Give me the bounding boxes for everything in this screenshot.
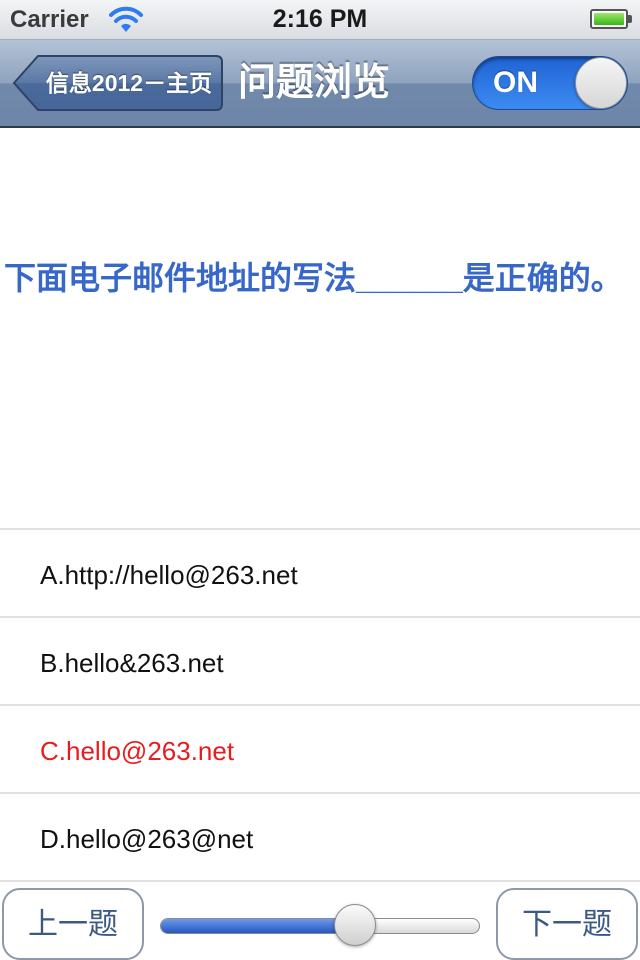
option-label: C.hello@263.net xyxy=(40,736,235,766)
navigation-bar: 信息2012－主页 问题浏览 ON xyxy=(0,40,640,128)
toggle-label: ON xyxy=(493,66,538,99)
next-question-button[interactable]: 下一题 xyxy=(496,888,638,960)
page-title: 问题浏览 xyxy=(238,62,391,104)
option-b[interactable]: B.hello&263.net xyxy=(0,616,640,704)
slider-thumb[interactable] xyxy=(333,904,376,946)
slider-fill xyxy=(161,919,355,933)
on-off-toggle[interactable]: ON xyxy=(472,56,628,110)
back-button-label: 信息2012－主页 xyxy=(45,70,213,96)
battery-tip xyxy=(628,15,632,23)
previous-question-button[interactable]: 上一题 xyxy=(2,888,144,960)
toggle-knob[interactable] xyxy=(575,57,627,109)
question-slider[interactable] xyxy=(160,904,480,946)
option-label: A.http://hello@263.net xyxy=(40,560,298,590)
bottom-controls: 上一题 下一题 xyxy=(0,886,640,960)
option-d[interactable]: D.hello@263@net xyxy=(0,792,640,882)
options-list: A.http://hello@263.net B.hello&263.net C… xyxy=(0,528,640,882)
battery-level xyxy=(594,13,624,25)
clock: 2:16 PM xyxy=(272,5,368,33)
question-text: 下面电子邮件地址的写法______是正确的。 xyxy=(4,260,623,296)
option-label: D.hello@263@net xyxy=(40,824,254,854)
battery-icon xyxy=(590,9,628,29)
option-c[interactable]: C.hello@263.net xyxy=(0,704,640,792)
status-bar: Carrier 2:16 PM xyxy=(0,0,640,40)
option-label: B.hello&263.net xyxy=(40,648,224,678)
back-button[interactable]: 信息2012－主页 xyxy=(12,54,224,112)
option-a[interactable]: A.http://hello@263.net xyxy=(0,528,640,616)
